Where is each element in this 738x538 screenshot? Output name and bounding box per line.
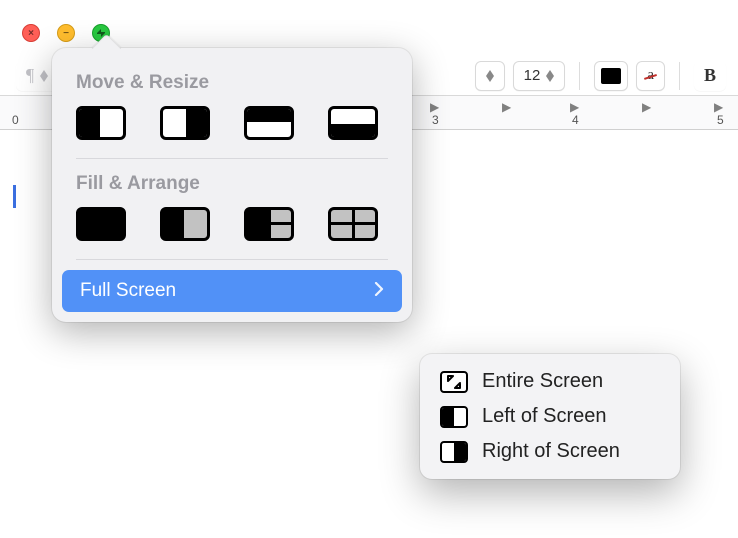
ruler-tick: 3 xyxy=(432,113,439,127)
tile-three-up-button[interactable] xyxy=(244,207,294,241)
tile-bottom-half-button[interactable] xyxy=(328,106,378,140)
ruler-tick: 4 xyxy=(572,113,579,127)
window-controls: × − xyxy=(22,24,110,42)
chevron-right-icon xyxy=(374,280,384,302)
fullscreen-label: Full Screen xyxy=(80,280,176,302)
updown-icon xyxy=(546,70,554,82)
ruler-tick: 0 xyxy=(12,113,19,127)
tab-marker-icon[interactable]: ▶ xyxy=(714,100,723,114)
separator xyxy=(579,62,580,90)
tab-marker-icon[interactable]: ▶ xyxy=(502,100,511,114)
text-caret xyxy=(13,185,16,208)
left-half-icon xyxy=(440,406,468,428)
right-half-icon xyxy=(440,441,468,463)
right-of-screen-item[interactable]: Right of Screen xyxy=(420,434,680,469)
tile-top-half-button[interactable] xyxy=(244,106,294,140)
window-tiling-popover: Move & Resize Fill & Arrange Full Screen xyxy=(52,48,412,322)
pilcrow-icon: ¶ xyxy=(26,65,34,86)
separator xyxy=(679,62,680,90)
updown-icon xyxy=(40,70,48,82)
clear-format-icon: a xyxy=(647,67,654,84)
font-size-dropdown[interactable]: 12 xyxy=(513,61,566,91)
tile-quarter-button[interactable] xyxy=(328,207,378,241)
right-of-screen-label: Right of Screen xyxy=(482,440,620,463)
clear-formatting-button[interactable]: a xyxy=(636,61,665,91)
close-window-button[interactable]: × xyxy=(22,24,40,42)
tile-fill-button[interactable] xyxy=(76,207,126,241)
tile-right-half-button[interactable] xyxy=(160,106,210,140)
updown-icon xyxy=(486,70,494,82)
tab-marker-icon[interactable]: ▶ xyxy=(430,100,439,114)
tile-left-half-button[interactable] xyxy=(76,106,126,140)
bold-icon: B xyxy=(704,65,716,86)
fullscreen-submenu: Entire Screen Left of Screen Right of Sc… xyxy=(420,354,680,479)
fill-arrange-heading: Fill & Arrange xyxy=(52,159,412,205)
separator xyxy=(76,259,388,260)
minimize-window-button[interactable]: − xyxy=(57,24,75,42)
left-of-screen-label: Left of Screen xyxy=(482,405,607,428)
bold-button[interactable]: B xyxy=(694,61,726,91)
entire-screen-icon xyxy=(440,371,468,393)
entire-screen-label: Entire Screen xyxy=(482,370,603,393)
color-swatch-icon xyxy=(601,68,621,84)
fullscreen-submenu-item[interactable]: Full Screen xyxy=(62,270,402,312)
move-resize-heading: Move & Resize xyxy=(52,58,412,104)
left-of-screen-item[interactable]: Left of Screen xyxy=(420,399,680,434)
font-family-dropdown[interactable] xyxy=(475,61,505,91)
entire-screen-item[interactable]: Entire Screen xyxy=(420,364,680,399)
ruler-tick: 5 xyxy=(717,113,724,127)
tab-marker-icon[interactable]: ▶ xyxy=(642,100,651,114)
tile-two-thirds-left-button[interactable] xyxy=(160,207,210,241)
font-size-value: 12 xyxy=(524,67,541,84)
text-color-button[interactable] xyxy=(594,61,628,91)
tab-marker-icon[interactable]: ▶ xyxy=(570,100,579,114)
